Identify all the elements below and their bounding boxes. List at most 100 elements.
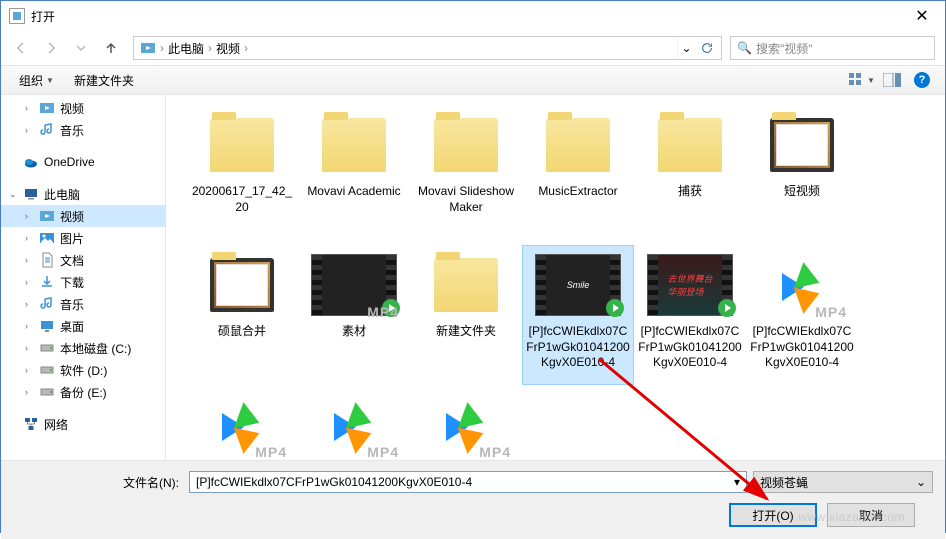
new-folder-button[interactable]: 新建文件夹 [66, 69, 142, 92]
filename-dropdown[interactable]: ▾ [728, 472, 746, 492]
sidebar-item-5[interactable]: ›图片 [1, 227, 165, 249]
sidebar-item-label: 音乐 [60, 122, 84, 139]
view-options-button[interactable]: ▼ [849, 69, 875, 91]
file-item[interactable]: MP420200519_164314 [410, 385, 522, 460]
file-item[interactable]: MP4[P]fcCWIEkdlx07CFrP1wGk01041200KgvX0E… [186, 385, 298, 460]
sidebar-item-8[interactable]: ›音乐 [1, 293, 165, 315]
expand-icon[interactable]: › [25, 343, 28, 353]
sidebar-item-label: 本地磁盘 (C:) [60, 340, 131, 357]
file-item[interactable]: 短视频 [746, 105, 858, 245]
mp4-label: MP4 [367, 444, 399, 460]
sidebar-item-6[interactable]: ›文档 [1, 249, 165, 271]
file-item[interactable]: 硕鼠合并 [186, 245, 298, 385]
sidebar-item-2[interactable]: OneDrive [1, 151, 165, 173]
file-name-label: Movavi Academic [307, 184, 400, 200]
onedrive-icon [23, 154, 39, 170]
file-item[interactable]: Smile[P]fcCWIEkdlx07CFrP1wGk01041200KgvX… [522, 245, 634, 385]
file-type-filter[interactable]: 视频苍蝇 ⌄ [753, 471, 933, 493]
file-item[interactable]: MP4[P]fcCWIEkdlx07CFrP1wGk01041200KgvX0E… [298, 385, 410, 460]
music-icon [39, 296, 55, 312]
file-item[interactable]: MusicExtractor [522, 105, 634, 245]
file-thumbnail [757, 110, 847, 180]
file-item[interactable]: Movavi Slideshow Maker [410, 105, 522, 245]
search-placeholder: 搜索"视频" [756, 40, 813, 57]
address-dropdown[interactable]: ⌄ [677, 37, 695, 59]
recent-dropdown[interactable] [67, 35, 95, 61]
file-name-label: 短视频 [784, 184, 820, 200]
organize-menu[interactable]: 组织▼ [11, 69, 62, 92]
file-name-label: Movavi Slideshow Maker [413, 184, 519, 215]
help-button[interactable]: ? [909, 69, 935, 91]
expand-icon[interactable]: › [25, 255, 28, 265]
mp4-label: MP4 [367, 304, 399, 320]
file-thumbnail: MP4 [197, 390, 287, 460]
sidebar-item-3[interactable]: ⌄ 此电脑 [1, 183, 165, 205]
music-icon [39, 122, 55, 138]
expand-icon[interactable]: › [25, 321, 28, 331]
app-icon [9, 8, 25, 24]
breadcrumb-1[interactable]: 视频 [212, 40, 244, 57]
file-area[interactable]: 20200617_17_42_20 Movavi Academic Movavi S… [166, 95, 945, 460]
expand-icon[interactable]: › [25, 387, 28, 397]
breadcrumb-0[interactable]: 此电脑 [164, 40, 208, 57]
file-thumbnail: MP4 [757, 250, 847, 320]
expand-icon[interactable]: ⌄ [9, 189, 17, 200]
mp4-label: MP4 [479, 444, 511, 460]
video-icon [39, 100, 55, 116]
close-button[interactable]: ✕ [899, 1, 945, 31]
chevron-right-icon: › [244, 41, 248, 55]
sidebar-item-label: 备份 (E:) [60, 384, 107, 401]
sidebar-item-9[interactable]: › 桌面 [1, 315, 165, 337]
mp4-label: MP4 [815, 304, 847, 320]
expand-icon[interactable]: › [25, 125, 28, 135]
sidebar-item-label: 桌面 [60, 318, 84, 335]
expand-icon[interactable]: › [25, 277, 28, 287]
file-item[interactable]: Movavi Academic [298, 105, 410, 245]
sidebar-item-4[interactable]: ›视频 [1, 205, 165, 227]
expand-icon[interactable]: › [25, 103, 28, 113]
expand-icon[interactable]: › [25, 365, 28, 375]
file-name-label: 素材 [342, 324, 366, 340]
file-thumbnail: MP4 [309, 390, 399, 460]
preview-pane-button[interactable] [879, 69, 905, 91]
chevron-down-icon: ⌄ [916, 475, 926, 489]
filename-input[interactable] [189, 471, 747, 493]
sidebar-item-label: 此电脑 [44, 186, 80, 203]
picture-icon [39, 230, 55, 246]
file-item[interactable]: MP4 [P]fcCWIEkdlx07CFrP1wGk01041200KgvX0E… [746, 245, 858, 385]
expand-icon[interactable]: › [25, 299, 28, 309]
sidebar-item-0[interactable]: ›视频 [1, 97, 165, 119]
sidebar-item-1[interactable]: › 音乐 [1, 119, 165, 141]
back-button[interactable] [7, 35, 35, 61]
expand-icon[interactable]: › [25, 233, 28, 243]
sidebar-item-12[interactable]: › 备份 (E:) [1, 381, 165, 403]
file-name-label: [P]fcCWIEkdlx07CFrP1wGk01041200KgvX0E010… [749, 324, 855, 371]
up-button[interactable] [97, 35, 125, 61]
forward-button[interactable] [37, 35, 65, 61]
expand-icon[interactable]: › [25, 211, 28, 221]
file-item[interactable]: 捕获 [634, 105, 746, 245]
file-item[interactable]: 新建文件夹 [410, 245, 522, 385]
file-item[interactable]: 去世界舞台 华丽登场[P]fcCWIEkdlx07CFrP1wGk0104120… [634, 245, 746, 385]
sidebar-item-7[interactable]: ›下载 [1, 271, 165, 293]
sidebar-item-label: OneDrive [44, 155, 95, 169]
file-name-label: 硕鼠合并 [218, 324, 266, 340]
file-thumbnail [309, 110, 399, 180]
file-thumbnail [421, 110, 511, 180]
file-item[interactable]: 20200617_17_42_20 [186, 105, 298, 245]
network-icon [23, 416, 39, 432]
file-name-label: 捕获 [678, 184, 702, 200]
refresh-button[interactable] [695, 37, 719, 59]
search-input[interactable]: 🔍 搜索"视频" [730, 36, 935, 60]
file-name-label: 新建文件夹 [436, 324, 496, 340]
sidebar-item-11[interactable]: ›软件 (D:) [1, 359, 165, 381]
sidebar-item-10[interactable]: › 本地磁盘 (C:) [1, 337, 165, 359]
file-item[interactable]: MP4素材 [298, 245, 410, 385]
disk-icon [39, 384, 55, 400]
filename-label: 文件名(N): [13, 474, 183, 491]
sidebar-item-13[interactable]: 网络 [1, 413, 165, 435]
file-name-label: MusicExtractor [538, 184, 617, 200]
pc-icon [23, 186, 39, 202]
watermark: www.xiazaiba.com [798, 510, 905, 524]
address-bar[interactable]: › 此电脑 › 视频 › ⌄ [133, 36, 722, 60]
